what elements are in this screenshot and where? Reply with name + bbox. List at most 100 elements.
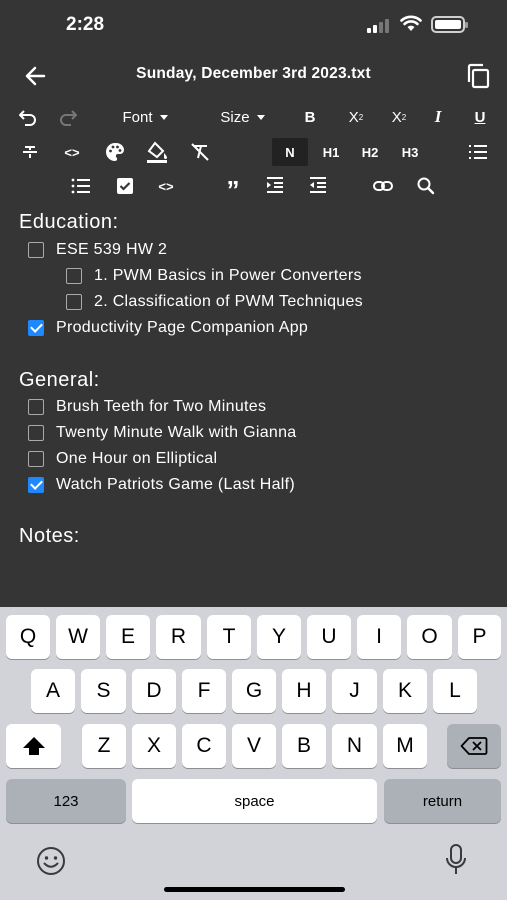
emoji-icon[interactable] (35, 845, 67, 877)
key-q[interactable]: Q (6, 615, 50, 659)
section-heading-education: Education: (19, 211, 119, 233)
key-b[interactable]: B (282, 724, 326, 768)
palette-icon[interactable] (104, 141, 126, 163)
numbers-key[interactable]: 123 (6, 779, 126, 823)
task-label: 2. Classification of PWM Techniques (94, 293, 363, 310)
key-m[interactable]: M (383, 724, 427, 768)
size-dropdown[interactable]: Size (210, 106, 275, 128)
key-c[interactable]: C (182, 724, 226, 768)
key-w[interactable]: W (56, 615, 100, 659)
font-dropdown[interactable]: Font (110, 106, 180, 128)
key-z[interactable]: Z (82, 724, 126, 768)
bullet-list-icon[interactable] (70, 175, 92, 197)
checkbox[interactable] (66, 294, 82, 310)
clear-format-icon[interactable] (189, 141, 211, 163)
key-u[interactable]: U (307, 615, 351, 659)
italic-button[interactable]: I (426, 106, 450, 128)
key-a[interactable]: A (31, 669, 75, 713)
task-item[interactable]: 1. PWM Basics in Power Converters (66, 267, 362, 285)
battery-icon (431, 16, 468, 33)
key-l[interactable]: L (433, 669, 477, 713)
outdent-icon[interactable] (307, 175, 329, 197)
key-s[interactable]: S (81, 669, 126, 713)
link-icon[interactable] (372, 175, 394, 197)
status-bar: 2:28 (0, 0, 507, 52)
key-g[interactable]: G (232, 669, 276, 713)
heading-2-button[interactable]: H2 (354, 138, 386, 166)
subscript-button[interactable]: X2 (343, 106, 369, 128)
microphone-icon[interactable] (444, 843, 468, 877)
heading-3-button[interactable]: H3 (394, 138, 426, 166)
key-t[interactable]: T (207, 615, 251, 659)
key-x[interactable]: X (132, 724, 176, 768)
backspace-icon (460, 737, 488, 755)
task-item[interactable]: ESE 539 HW 2 (28, 241, 167, 259)
key-v[interactable]: V (232, 724, 276, 768)
task-item[interactable]: Watch Patriots Game (Last Half) (28, 476, 295, 494)
key-f[interactable]: F (182, 669, 226, 713)
checkbox-checked[interactable] (28, 320, 44, 336)
shift-icon (22, 737, 45, 755)
key-j[interactable]: J (332, 669, 377, 713)
strikethrough-icon[interactable] (19, 141, 41, 163)
key-p[interactable]: P (458, 615, 501, 659)
code-inline-button[interactable]: <> (58, 141, 86, 163)
checkbox[interactable] (28, 451, 44, 467)
app-header: Sunday, December 3rd 2023.txt (0, 52, 507, 100)
checkbox[interactable] (28, 399, 44, 415)
code-block-button[interactable]: <> (152, 175, 180, 197)
subscript-mark: 2 (358, 112, 364, 122)
heading-1-button[interactable]: H1 (315, 138, 347, 166)
space-key[interactable]: space (132, 779, 377, 823)
task-item[interactable]: Twenty Minute Walk with Gianna (28, 424, 297, 442)
key-d[interactable]: D (132, 669, 176, 713)
home-indicator[interactable] (164, 887, 345, 892)
search-icon[interactable] (415, 175, 437, 197)
quote-button[interactable]: ” (221, 175, 245, 203)
task-label: One Hour on Elliptical (56, 450, 218, 467)
task-label: Watch Patriots Game (Last Half) (56, 476, 295, 493)
superscript-mark: 2 (401, 112, 407, 122)
keyboard: Q W E R T Y U I O P A S D F G H J K L Z … (0, 607, 507, 900)
cellular-signal-icon (367, 17, 391, 33)
checkbox[interactable] (28, 425, 44, 441)
task-label: ESE 539 HW 2 (56, 241, 168, 258)
key-k[interactable]: K (383, 669, 427, 713)
size-label: Size (220, 108, 250, 126)
superscript-button[interactable]: X2 (386, 106, 412, 128)
checkbox-icon[interactable] (114, 175, 136, 197)
checkbox[interactable] (28, 242, 44, 258)
key-o[interactable]: O (407, 615, 452, 659)
key-y[interactable]: Y (257, 615, 301, 659)
checkbox[interactable] (66, 268, 82, 284)
normal-text-button[interactable]: N (272, 138, 308, 166)
bold-button[interactable]: B (298, 106, 322, 128)
indent-icon[interactable] (264, 175, 286, 197)
key-e[interactable]: E (106, 615, 150, 659)
return-key[interactable]: return (384, 779, 501, 823)
numbered-list-icon[interactable] (467, 141, 489, 163)
editor-content[interactable]: Education: ESE 539 HW 2 1. PWM Basics in… (0, 205, 507, 607)
key-h[interactable]: H (282, 669, 326, 713)
key-i[interactable]: I (357, 615, 401, 659)
document-title: Sunday, December 3rd 2023.txt (136, 65, 371, 82)
copy-icon[interactable] (466, 62, 492, 90)
task-item[interactable]: Brush Teeth for Two Minutes (28, 398, 266, 416)
task-item[interactable]: 2. Classification of PWM Techniques (66, 293, 363, 311)
backspace-key[interactable] (447, 724, 501, 768)
task-item[interactable]: One Hour on Elliptical (28, 450, 217, 468)
formatting-toolbar: Font Size B X2 X2 I U <> N H1 H2 H3 <> ” (0, 100, 507, 205)
underline-button[interactable]: U (468, 106, 492, 128)
superscript-label: X (391, 108, 402, 126)
key-r[interactable]: R (156, 615, 201, 659)
checkbox-checked[interactable] (28, 477, 44, 493)
task-item[interactable]: Productivity Page Companion App (28, 319, 308, 337)
shift-key[interactable] (6, 724, 61, 768)
key-n[interactable]: N (332, 724, 377, 768)
task-label: Twenty Minute Walk with Gianna (56, 424, 297, 441)
undo-icon[interactable] (16, 106, 38, 128)
chevron-down-icon (256, 114, 265, 120)
highlight-icon[interactable] (146, 140, 168, 164)
task-label: Brush Teeth for Two Minutes (56, 398, 267, 415)
redo-icon[interactable] (58, 106, 80, 128)
